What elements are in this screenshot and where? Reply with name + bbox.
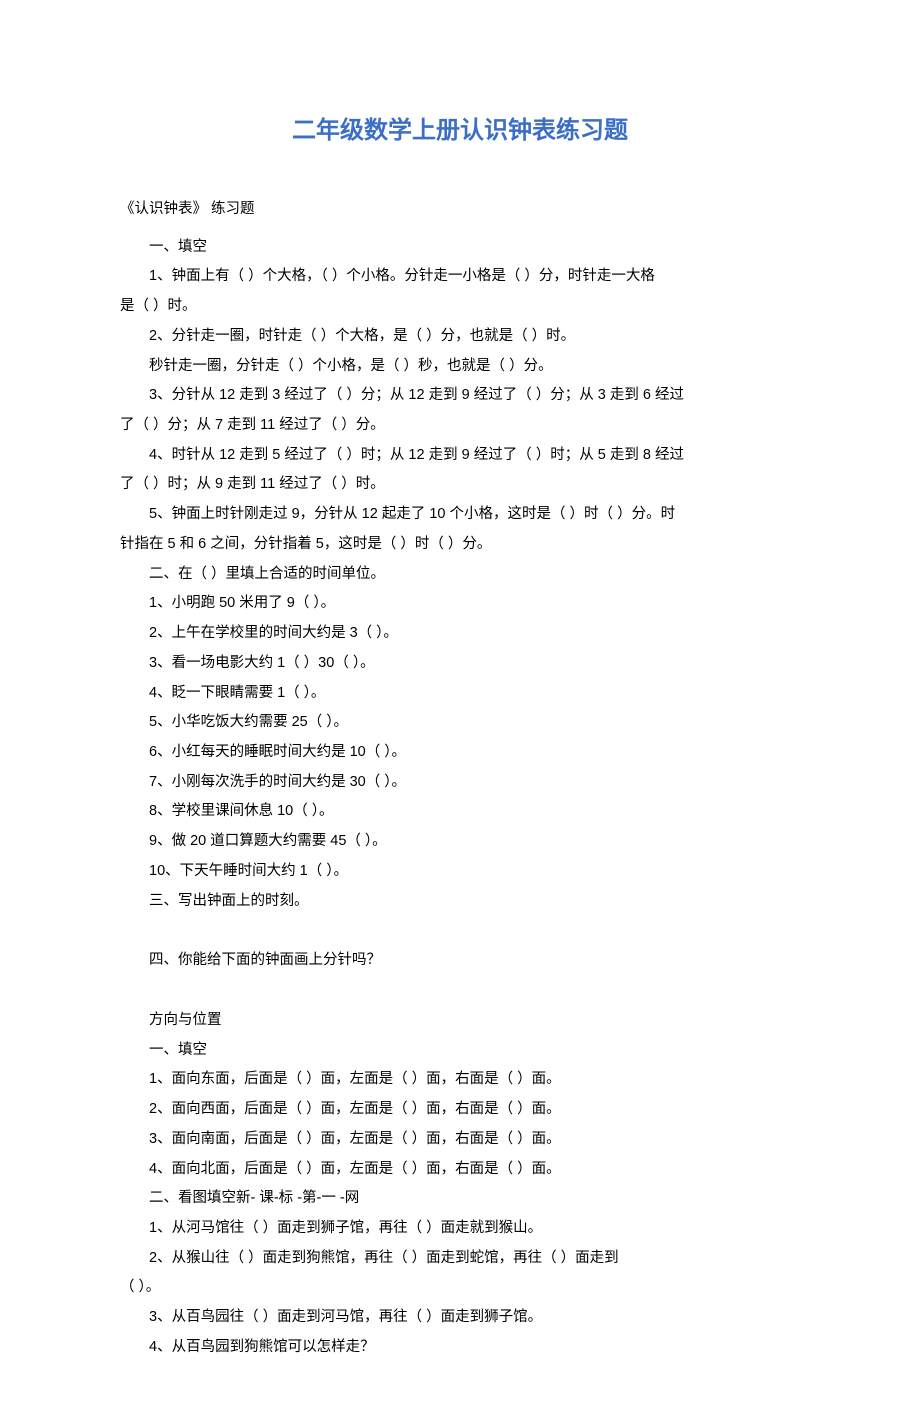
page-title: 二年级数学上册认识钟表练习题 [120,110,800,145]
p2-s2-q2b: （ ）。 [120,1273,800,1303]
q-a3b: 了（ ）分；从 7 走到 11 经过了（ ）分。 [120,411,800,441]
q-a2b: 秒针走一圈，分针走（ ）个小格，是（ ）秒，也就是（ ）分。 [120,352,800,382]
q-b6: 6、小红每天的睡眠时间大约是 10（ ）。 [120,738,800,768]
q-b2: 2、上午在学校里的时间大约是 3（ ）。 [120,619,800,649]
q-b10: 10、下天午睡时间大约 1（ ）。 [120,857,800,887]
q-b3: 3、看一场电影大约 1（ ）30（ ）。 [120,649,800,679]
p2-s2-q3: 3、从百鸟园往（ ）面走到河马馆，再往（ ）面走到狮子馆。 [120,1303,800,1333]
part2-s2-header: 二、看图填空新- 课-标 -第-一 -网 [120,1184,800,1214]
p2-s1-q3: 3、面向南面，后面是（ ）面，左面是（ ）面，右面是（ ）面。 [120,1125,800,1155]
q-b7: 7、小刚每次洗手的时间大约是 30（ ）。 [120,768,800,798]
q-a3: 3、分针从 12 走到 3 经过了（ ）分；从 12 走到 9 经过了（ ）分；… [120,381,800,411]
q-a2: 2、分针走一圈，时针走（ ）个大格，是（ ）分，也就是（ ）时。 [120,322,800,352]
q-b8: 8、学校里课间休息 10（ ）。 [120,797,800,827]
section-a-header: 一、填空 [120,233,800,263]
q-b4: 4、眨一下眼睛需要 1（ ）。 [120,679,800,709]
section-d-header: 四、你能给下面的钟面画上分针吗？ [120,946,800,976]
section-b-header: 二、在（ ）里填上合适的时间单位。 [120,560,800,590]
p2-s1-q2: 2、面向西面，后面是（ ）面，左面是（ ）面，右面是（ ）面。 [120,1095,800,1125]
q-a4b: 了（ ）时；从 9 走到 11 经过了（ ）时。 [120,470,800,500]
part2-title: 方向与位置 [120,1006,800,1036]
section-c-header: 三、写出钟面上的时刻。 [120,887,800,917]
p2-s2-q1: 1、从河马馆往（ ）面走到狮子馆，再往（ ）面走就到猴山。 [120,1214,800,1244]
p2-s1-q1: 1、面向东面，后面是（ ）面，左面是（ ）面，右面是（ ）面。 [120,1065,800,1095]
q-a5: 5、钟面上时针刚走过 9，分针从 12 起走了 10 个小格，这时是（ ）时（ … [120,500,800,530]
q-b5: 5、小华吃饭大约需要 25（ ）。 [120,708,800,738]
q-a1b: 是（ ）时。 [120,292,800,322]
q-b9: 9、做 20 道口算题大约需要 45（ ）。 [120,827,800,857]
q-a4: 4、时针从 12 走到 5 经过了（ ）时；从 12 走到 9 经过了（ ）时；… [120,441,800,471]
q-a5b: 针指在 5 和 6 之间，分针指着 5，这时是（ ）时（ ）分。 [120,530,800,560]
worksheet-subtitle: 《认识钟表》 练习题 [120,195,800,225]
q-a1: 1、钟面上有（ ）个大格，（ ）个小格。分针走一小格是（ ）分，时针走一大格 [120,262,800,292]
p2-s2-q2: 2、从猴山往（ ）面走到狗熊馆，再往（ ）面走到蛇馆，再往（ ）面走到 [120,1244,800,1274]
p2-s1-q4: 4、面向北面，后面是（ ）面，左面是（ ）面，右面是（ ）面。 [120,1155,800,1185]
q-b1: 1、小明跑 50 米用了 9（ ）。 [120,589,800,619]
p2-s2-q4: 4、从百鸟园到狗熊馆可以怎样走？ [120,1333,800,1363]
part2-s1-header: 一、填空 [120,1036,800,1066]
